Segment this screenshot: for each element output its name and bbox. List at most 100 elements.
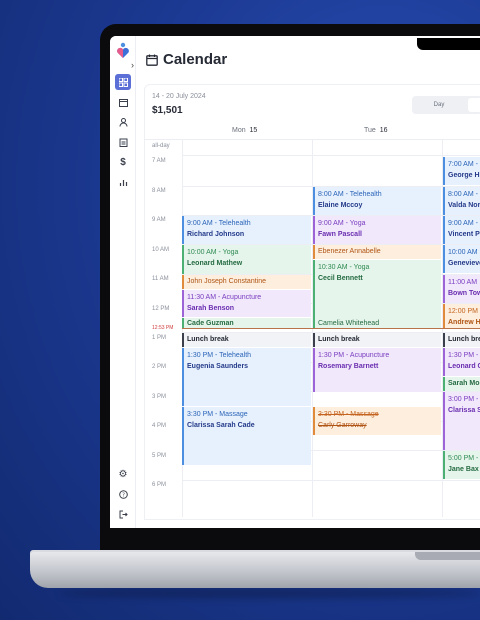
event-time: 10:00 AM - Yoga (187, 249, 239, 256)
chart-icon[interactable] (115, 174, 131, 190)
appointment-event[interactable]: 9:00 AM - Vincent P (443, 216, 480, 244)
event-time: 3:30 PM - Massage (318, 411, 379, 418)
settings-icon[interactable]: ⚙ (115, 466, 131, 482)
time-label: 8 AM (152, 188, 166, 194)
day-name: Mon (232, 127, 246, 134)
event-client: Andrew H (448, 319, 480, 326)
time-label: 9 AM (152, 217, 166, 223)
event-client: Ebenezer Annabelle (318, 248, 381, 255)
event-time: 3:30 PM - Massage (187, 411, 248, 418)
event-client: Sarah Mo (448, 380, 480, 387)
event-time: 7:00 AM - (448, 161, 478, 168)
appointment-event[interactable]: 9:00 AM - Yoga Fawn Pascall (313, 216, 441, 244)
grid-line (182, 480, 480, 481)
day-header-mon[interactable]: Mon 15 (232, 127, 257, 134)
event-client: George H (448, 172, 480, 179)
laptop-base (30, 552, 480, 588)
calendar-title-icon (146, 54, 158, 66)
appointment-event[interactable]: 10:00 AM - Yoga Leonard Mathew (182, 245, 311, 274)
app-screen: › $ ⚙ ? Calendar 14 - 20 July 2024 $1,50… (110, 36, 480, 528)
help-icon[interactable]: ? (115, 486, 131, 502)
laptop-camera-notch (417, 38, 480, 50)
event-client: Camelia Whitehead (318, 320, 380, 327)
event-client: Vincent P (448, 231, 480, 238)
event-client: Leonard Mathew (187, 260, 243, 267)
event-time: 11:30 AM - Acupuncture (187, 294, 262, 301)
lunch-break-event[interactable]: Lunch break (182, 333, 311, 347)
time-label: 7 AM (152, 158, 166, 164)
event-client: Cade Guzman (187, 320, 234, 327)
appointment-event[interactable]: Sarah Mo (443, 377, 480, 391)
appointment-event[interactable]: 1:30 PM - Telehealth Eugenia Saunders (182, 348, 311, 406)
grid-line (182, 155, 480, 156)
appointment-event[interactable]: 8:00 AM - Valda Nor (443, 187, 480, 215)
appointment-event[interactable]: 10:00 AM Genevieve (443, 245, 480, 273)
time-label: 1 PM (152, 335, 167, 341)
grid-icon[interactable] (115, 74, 131, 90)
time-label: 5 PM (152, 453, 167, 459)
event-client: Fawn Pascall (318, 231, 362, 238)
laptop-base-groove (415, 552, 480, 560)
dollar-icon[interactable]: $ (115, 154, 131, 170)
appointment-event[interactable]: 3:30 PM - Massage Clarissa Sarah Cade (182, 407, 311, 465)
appointment-event[interactable]: 12:00 PM Andrew H (443, 304, 480, 328)
day-header-tue[interactable]: Tue 16 (364, 127, 388, 134)
appointment-event[interactable]: 11:00 AM Bown Tow (443, 275, 480, 303)
event-client: Bown Tow (448, 290, 480, 297)
time-label: 3 PM (152, 394, 167, 400)
lunch-break-event[interactable]: Lunch break (313, 333, 441, 347)
app-logo-icon (117, 42, 129, 58)
event-client: Genevieve (448, 260, 480, 267)
appointment-event[interactable]: 1:30 PM - Leonard C (443, 348, 480, 376)
expand-chevron-icon[interactable]: › (131, 61, 134, 70)
appointment-event[interactable]: 8:00 AM - Telehealth Elaine Mccoy (313, 187, 441, 215)
event-time: 10:00 AM (448, 249, 478, 256)
appointment-event[interactable]: 9:00 AM - Telehealth Richard Johnson (182, 216, 311, 244)
logout-icon[interactable] (115, 506, 131, 522)
event-client: Carly Garroway (318, 422, 367, 429)
time-label: 11 AM (152, 276, 169, 282)
event-client: Valda Nor (448, 202, 480, 209)
event-time: 9:00 AM - Yoga (318, 220, 366, 227)
sidebar: › $ ⚙ ? (110, 36, 136, 528)
event-time: 12:00 PM (448, 308, 478, 315)
event-client: Elaine Mccoy (318, 202, 363, 209)
appointment-event[interactable]: 5:00 PM - Jane Bax (443, 451, 480, 479)
event-client: Sarah Benson (187, 305, 235, 312)
week-total-amount: $1,501 (152, 105, 183, 116)
time-label: 12 PM (152, 306, 170, 312)
calendar-icon[interactable] (115, 94, 131, 110)
event-time: 1:30 PM - Telehealth (187, 352, 252, 359)
event-time: 9:00 AM - Telehealth (187, 220, 251, 227)
view-day-button[interactable]: Day (412, 96, 466, 114)
appointment-event[interactable]: Ebenezer Annabelle (313, 245, 441, 259)
current-time-label: 12:53 PM (152, 325, 174, 331)
laptop-shadow (60, 588, 480, 598)
user-icon[interactable] (115, 114, 131, 130)
appointment-event[interactable]: 7:00 AM - George H (443, 157, 480, 185)
current-time-line (182, 328, 480, 329)
appointment-event[interactable]: 3:00 PM - Clarissa S (443, 392, 480, 450)
clipboard-icon[interactable] (115, 134, 131, 150)
event-time: 1:30 PM - Acupuncture (318, 352, 390, 359)
appointment-event[interactable]: Camelia Whitehead (313, 318, 441, 328)
page-title: Calendar (163, 51, 228, 68)
lunch-break-event[interactable]: Lunch bre (443, 333, 480, 347)
event-time: 5:00 PM - (448, 455, 479, 462)
day-name: Tue (364, 127, 376, 134)
event-client: Eugenia Saunders (187, 363, 249, 370)
view-week-button[interactable] (468, 98, 480, 112)
all-day-label: all-day (152, 143, 170, 149)
appointment-event[interactable]: Cade Guzman (182, 318, 311, 328)
event-time: 3:00 PM - (448, 396, 479, 403)
time-label: 4 PM (152, 423, 167, 429)
appointment-event[interactable]: John Joseph Constantine (182, 275, 311, 289)
event-client: Clarissa S (448, 407, 480, 414)
time-label: 2 PM (152, 364, 167, 370)
event-client: Richard Johnson (187, 231, 245, 238)
appointment-event[interactable]: 11:30 AM - Acupuncture Sarah Benson (182, 290, 311, 317)
event-client: John Joseph Constantine (187, 278, 266, 285)
appointment-event[interactable]: 1:30 PM - Acupuncture Rosemary Barnett (313, 348, 441, 392)
cancelled-appointment-event[interactable]: 3:30 PM - Massage Carly Garroway (313, 407, 441, 435)
view-toggle: Day (412, 96, 480, 114)
